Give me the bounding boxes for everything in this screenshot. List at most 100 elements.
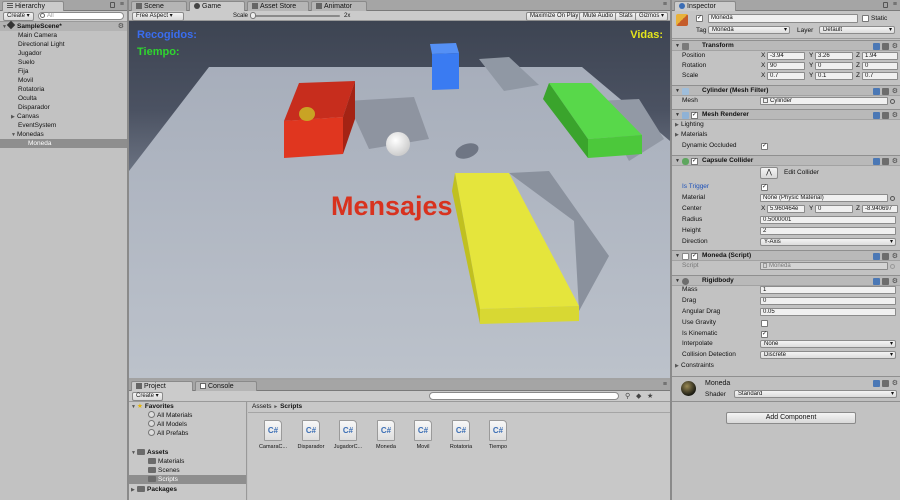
chevron-down-icon[interactable]: ▼	[675, 251, 680, 261]
help-icon[interactable]	[873, 112, 880, 119]
mass-field[interactable]: 1	[760, 286, 896, 294]
edit-collider-button[interactable]: ⋀	[760, 167, 778, 179]
menu-icon[interactable]: ≡	[663, 381, 667, 388]
create-button[interactable]: Create ▾	[3, 12, 34, 21]
component-enabled-checkbox[interactable]: ✓	[691, 112, 698, 119]
gear-icon[interactable]: ⚙	[892, 379, 898, 387]
layer-dropdown[interactable]: Default	[819, 26, 895, 34]
rotation-y-field[interactable]: 0	[815, 62, 853, 70]
scale-slider-handle[interactable]	[250, 12, 256, 19]
drag-field[interactable]: 0	[760, 297, 896, 305]
rotation-x-field[interactable]: 90	[767, 62, 805, 70]
list-item[interactable]: Movil	[0, 76, 127, 85]
dynamic-occluded-checkbox[interactable]: ✓	[761, 143, 768, 150]
script-file[interactable]: C# Movil	[404, 420, 442, 450]
menu-icon[interactable]: ≡	[120, 1, 124, 8]
help-icon[interactable]	[873, 158, 880, 165]
position-y-field[interactable]: 3.26	[815, 52, 853, 60]
list-item[interactable]: All Models	[129, 420, 246, 429]
tab-game[interactable]: Game	[189, 1, 245, 11]
list-item[interactable]: All Prefabs	[129, 429, 246, 438]
preset-icon[interactable]	[882, 380, 889, 387]
interpolate-dropdown[interactable]: None	[760, 340, 896, 348]
script-file[interactable]: C# CamaraC...	[254, 420, 292, 450]
help-icon[interactable]	[873, 88, 880, 95]
mute-audio-button[interactable]: Mute Audio	[579, 12, 618, 21]
menu-icon[interactable]: ≡	[893, 1, 897, 8]
shader-dropdown[interactable]: Standard	[734, 390, 897, 398]
help-icon[interactable]	[873, 253, 880, 260]
rotation-z-field[interactable]: 0	[862, 62, 898, 70]
scale-z-field[interactable]: 0.7	[862, 72, 898, 80]
favorite-star-icon[interactable]: ★	[647, 392, 653, 400]
use-gravity-checkbox[interactable]	[761, 320, 768, 327]
list-item[interactable]: Moneda	[0, 139, 127, 148]
scale-y-field[interactable]: 0.1	[815, 72, 853, 80]
list-item[interactable]: Suelo	[0, 58, 127, 67]
list-item[interactable]: Fija	[0, 67, 127, 76]
center-x-field[interactable]: 5.960464e	[767, 205, 805, 213]
object-picker-icon[interactable]	[890, 196, 895, 201]
preset-icon[interactable]	[882, 112, 889, 119]
is-trigger-checkbox[interactable]: ✓	[761, 184, 768, 191]
list-item[interactable]: Jugador	[0, 49, 127, 58]
object-name-input[interactable]: Moneda	[708, 14, 858, 23]
tab-project[interactable]: Project	[131, 381, 193, 391]
object-picker-icon[interactable]	[890, 99, 895, 104]
help-icon[interactable]	[873, 278, 880, 285]
scale-x-field[interactable]: 0.7	[767, 72, 805, 80]
project-create-button[interactable]: Create ▾	[132, 392, 163, 401]
help-icon[interactable]	[873, 43, 880, 50]
list-item[interactable]: Main Camera	[0, 31, 127, 40]
add-component-button[interactable]: Add Component	[726, 412, 856, 424]
search-input[interactable]: All	[38, 12, 124, 20]
tag-dropdown[interactable]: Moneda	[708, 26, 790, 34]
angular-drag-field[interactable]: 0.05	[760, 308, 896, 316]
script-file[interactable]: C# Moneda	[367, 420, 405, 450]
chevron-down-icon[interactable]: ▼	[675, 41, 680, 51]
tab-scene[interactable]: Scene	[131, 1, 187, 11]
favorites-row[interactable]: ▼★ Favorites	[129, 402, 246, 411]
mesh-renderer-header[interactable]: ▼ ✓ Mesh Renderer ⚙	[672, 109, 900, 120]
preset-icon[interactable]	[882, 158, 889, 165]
position-z-field[interactable]: 1.94	[862, 52, 898, 60]
center-y-field[interactable]: 0	[815, 205, 853, 213]
chevron-down-icon[interactable]: ▼	[675, 110, 680, 120]
scene-menu-icon[interactable]: ⚙	[118, 22, 124, 31]
component-enabled-checkbox[interactable]: ✓	[691, 253, 698, 260]
project-search-input[interactable]	[429, 392, 619, 400]
mesh-filter-header[interactable]: ▼ Cylinder (Mesh Filter) ⚙	[672, 85, 900, 96]
preset-icon[interactable]	[882, 278, 889, 285]
menu-icon[interactable]: ≡	[663, 1, 667, 8]
list-item[interactable]: Disparador	[0, 103, 127, 112]
script-file[interactable]: C# Rotatoria	[442, 420, 480, 450]
list-item[interactable]: Scenes	[129, 466, 246, 475]
chevron-down-icon[interactable]: ▼	[675, 156, 680, 166]
position-x-field[interactable]: -3.94	[767, 52, 805, 60]
script-file[interactable]: C# Tiempo	[479, 420, 517, 450]
lock-icon[interactable]	[110, 2, 115, 8]
preset-icon[interactable]	[882, 253, 889, 260]
static-checkbox[interactable]	[862, 15, 869, 22]
transform-header[interactable]: ▼ Transform ⚙	[672, 40, 900, 51]
height-field[interactable]: 2	[760, 227, 896, 235]
component-enabled-checkbox[interactable]: ✓	[691, 158, 698, 165]
scene-row[interactable]: ▼ SampleScene* ⚙	[0, 20, 127, 31]
preset-icon[interactable]	[882, 88, 889, 95]
maximize-on-play-button[interactable]: Maximize On Play	[526, 12, 583, 21]
game-view[interactable]: Recogidos: Tiempo: Vidas: Mensajes	[129, 21, 670, 378]
tab-inspector[interactable]: Inspector	[674, 1, 736, 11]
list-item[interactable]: Scripts	[129, 475, 246, 484]
packages-row[interactable]: ▶ Packages	[129, 485, 246, 494]
filter-label-icon[interactable]: ◆	[636, 392, 641, 400]
scale-slider-track[interactable]	[250, 15, 340, 17]
list-item[interactable]: ▶ Canvas	[0, 112, 127, 121]
list-item[interactable]: All Materials	[129, 411, 246, 420]
tab-console[interactable]: Console	[195, 381, 257, 391]
mesh-field[interactable]: Cylinder	[760, 97, 888, 105]
breadcrumb-scripts[interactable]: Scripts	[280, 403, 302, 410]
tab-animator[interactable]: Animator	[311, 1, 367, 11]
gizmos-button[interactable]: Gizmos ▾	[635, 12, 669, 21]
breadcrumb-assets[interactable]: Assets	[252, 403, 272, 410]
filter-type-icon[interactable]: ⚲	[625, 392, 630, 400]
